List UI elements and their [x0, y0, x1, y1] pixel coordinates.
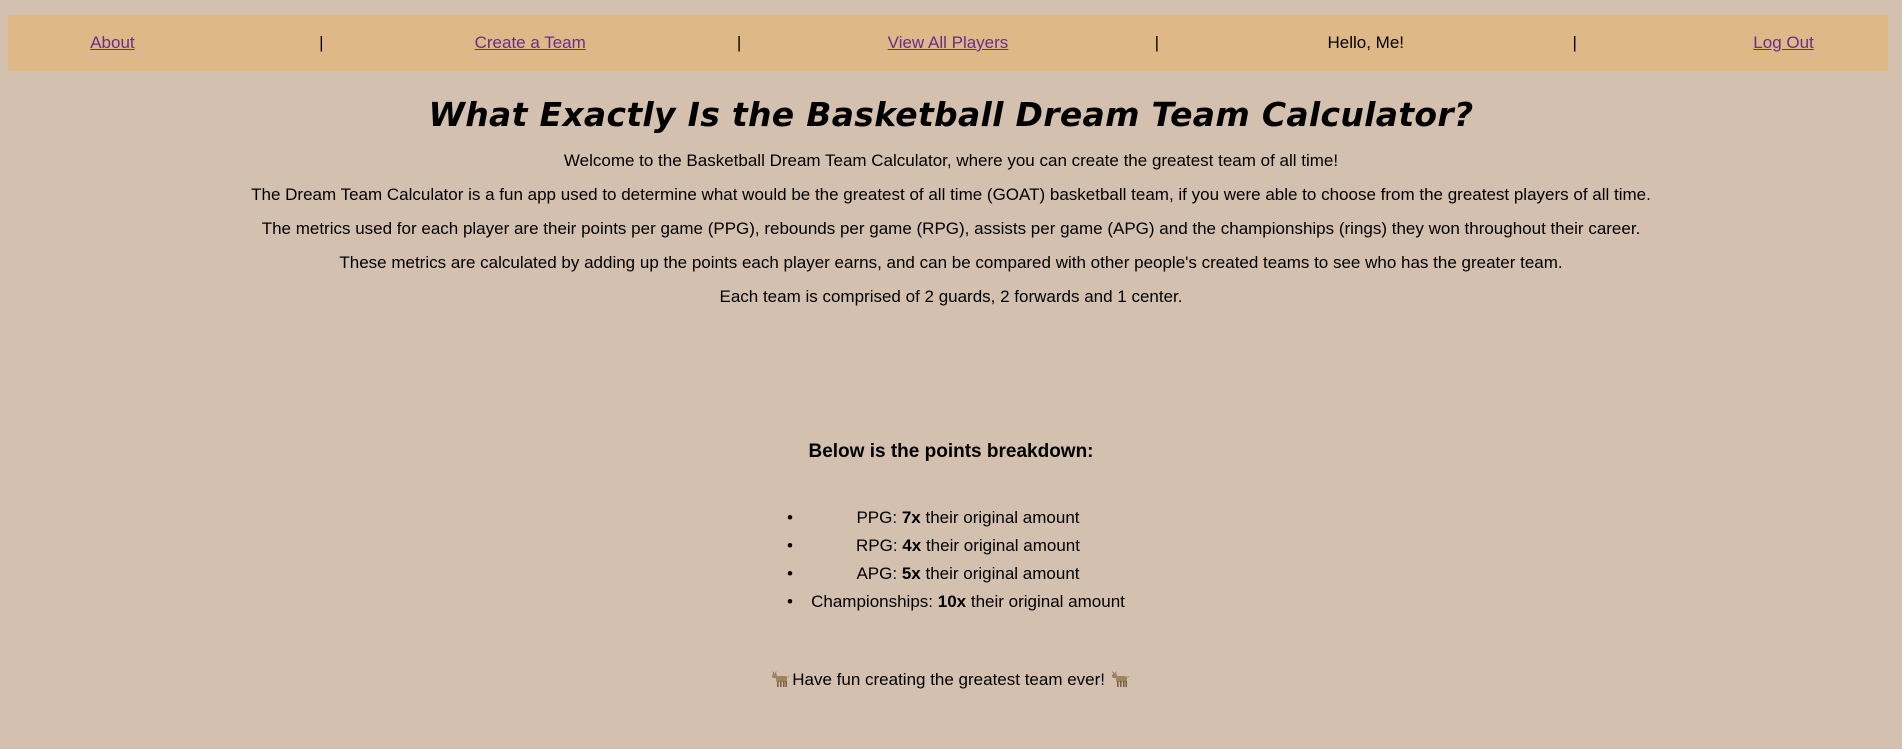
metric-multiplier: 4x	[902, 536, 922, 555]
intro-paragraph: Each team is comprised of 2 guards, 2 fo…	[719, 287, 1183, 306]
page-title: What Exactly Is the Basketball Dream Tea…	[428, 95, 1474, 134]
main-content: What Exactly Is the Basketball Dream Tea…	[0, 92, 1902, 314]
nav-create-team-link[interactable]: Create a Team	[475, 33, 586, 53]
points-breakdown-heading: Below is the points breakdown:	[808, 441, 1094, 462]
goat-icon	[771, 670, 791, 693]
metric-label: Championships:	[811, 592, 934, 611]
metric-suffix: their original amount	[925, 536, 1080, 555]
intro-paragraph: The metrics used for each player are the…	[261, 219, 1641, 238]
list-item: • APG: 5x their original amount	[787, 560, 1149, 588]
user-greeting: Hello, Me!	[1327, 33, 1405, 52]
metric-label: PPG:	[856, 508, 898, 527]
top-nav: About | Create a Team | View All Players…	[8, 15, 1888, 71]
intro-paragraph: These metrics are calculated by adding u…	[339, 253, 1563, 272]
list-item: • RPG: 4x their original amount	[787, 532, 1149, 560]
metric-multiplier: 5x	[901, 564, 921, 583]
bullet-icon: •	[787, 564, 793, 583]
metric-suffix: their original amount	[970, 592, 1125, 611]
metric-label: APG:	[856, 564, 898, 583]
closing-text: Have fun creating the greatest team ever…	[792, 670, 1106, 689]
nav-about-link[interactable]: About	[90, 33, 134, 53]
closing-message: Have fun creating the greatest team ever…	[0, 670, 1902, 693]
bullet-icon: •	[787, 508, 793, 527]
nav-separator: |	[1572, 33, 1577, 52]
intro-paragraph: The Dream Team Calculator is a fun app u…	[251, 185, 1651, 204]
intro-paragraph: Welcome to the Basketball Dream Team Cal…	[563, 151, 1339, 170]
metric-multiplier: 10x	[937, 592, 967, 611]
nav-separator: |	[319, 33, 324, 52]
nav-view-all-players-link[interactable]: View All Players	[888, 33, 1009, 53]
bullet-icon: •	[787, 536, 793, 555]
nav-separator: |	[1154, 33, 1160, 52]
nav-log-out-link[interactable]: Log Out	[1753, 33, 1814, 53]
list-item: • Championships: 10x their original amou…	[787, 588, 1149, 616]
metric-suffix: their original amount	[925, 508, 1080, 527]
metric-multiplier: 7x	[901, 508, 921, 527]
bullet-icon: •	[787, 592, 793, 611]
nav-separator: |	[736, 33, 742, 52]
points-breakdown-list: • PPG: 7x their original amount • RPG: 4…	[787, 504, 1149, 616]
metric-label: RPG:	[856, 536, 898, 555]
goat-icon	[1111, 670, 1131, 693]
intro-text: Welcome to the Basketball Dream Team Cal…	[0, 144, 1902, 314]
metric-suffix: their original amount	[925, 564, 1080, 583]
list-item: • PPG: 7x their original amount	[787, 504, 1149, 532]
